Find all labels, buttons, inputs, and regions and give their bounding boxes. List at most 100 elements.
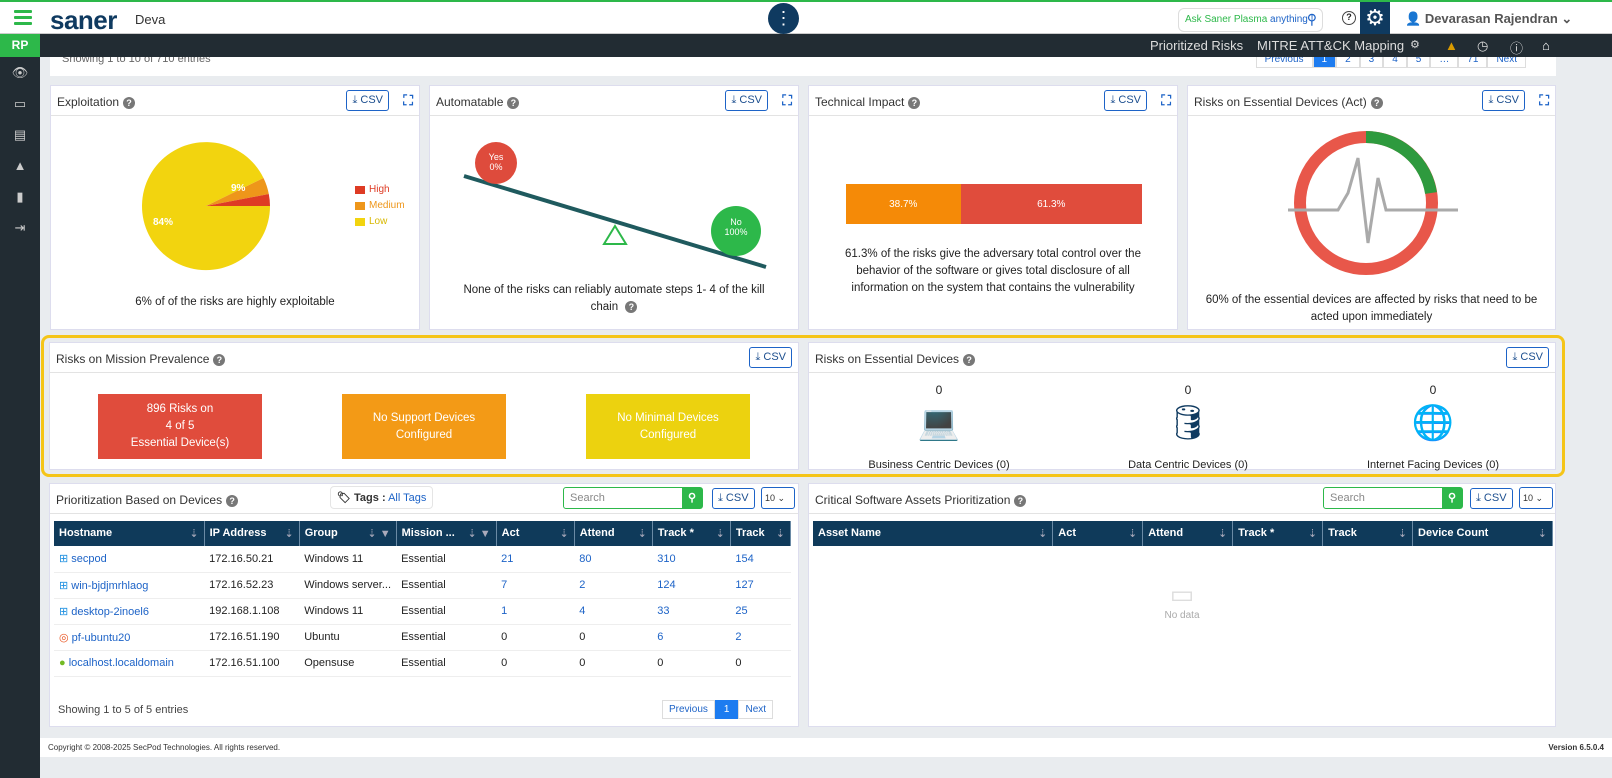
page-size-select[interactable]: 10 ⌄ (761, 487, 795, 509)
sort-icon[interactable]: ⇣ (716, 527, 725, 540)
table-cell[interactable]: 6 (652, 624, 731, 651)
table-cell[interactable]: ◎ pf-ubuntu20 (54, 624, 205, 651)
sort-icon[interactable]: ⇣ (189, 527, 198, 540)
csv-button[interactable]: ⤓ CSV (749, 347, 792, 368)
help-icon[interactable]: ? (625, 301, 638, 313)
cell-value[interactable]: 80 (579, 553, 591, 565)
table-cell[interactable]: 4 (574, 598, 653, 625)
cell-value[interactable]: 310 (657, 553, 675, 565)
table-cell[interactable]: 80 (574, 546, 653, 573)
table-cell[interactable]: 25 (730, 598, 791, 625)
column-header[interactable]: Act ⇣ (1052, 521, 1144, 546)
column-header[interactable]: Mission ... ⇣ ▼ (396, 521, 497, 546)
help-icon[interactable]: ? (507, 97, 520, 109)
alert-icon[interactable]: ▲ (0, 150, 40, 181)
cogs-icon[interactable]: ⚙ (1410, 38, 1420, 51)
business-centric-devices[interactable]: 0 💻 Business Centric Devices (0) (839, 383, 1039, 471)
cell-value[interactable]: 2 (579, 579, 585, 591)
table-cell[interactable]: 21 (496, 546, 575, 573)
cell-value[interactable]: pf-ubuntu20 (72, 632, 131, 644)
page-prev[interactable]: Previous (1255, 57, 1313, 68)
table-cell[interactable]: ⊞ desktop-2inoel6 (54, 598, 205, 625)
essential-risks-box[interactable]: 896 Risks on 4 of 5 Essential Device(s) (98, 394, 262, 459)
help-icon[interactable]: ? (1370, 97, 1383, 109)
csv-button[interactable]: ⤓ CSV (1506, 347, 1549, 368)
column-header[interactable]: Track * ⇣ (1232, 521, 1324, 546)
search-icon[interactable]: ⚲ (1307, 11, 1317, 28)
help-icon[interactable]: ? (1342, 11, 1356, 25)
nav-mitre-mapping[interactable]: MITRE ATT&CK Mapping (1257, 38, 1404, 53)
column-header[interactable]: Attend ⇣ (1142, 521, 1234, 546)
table-cell[interactable]: 2 (730, 624, 791, 651)
page-1[interactable]: 1 (714, 700, 739, 719)
cell-value[interactable]: 154 (735, 553, 753, 565)
sort-icon[interactable]: ⇣ (1218, 527, 1227, 540)
warning-icon[interactable]: ▲ (1445, 38, 1458, 53)
cell-value[interactable]: 124 (657, 579, 675, 591)
table-cell[interactable]: ⊞ win-bjdjmrhlaog (54, 572, 205, 599)
table-cell[interactable]: 33 (652, 598, 731, 625)
menu-icon[interactable] (14, 10, 32, 28)
csv-button[interactable]: ⤓ CSV (1482, 90, 1525, 111)
apps-grid-icon[interactable]: ⋮⋮⋮ (757, 3, 811, 34)
settings-gear-icon[interactable]: ⚙ (1360, 2, 1390, 36)
data-centric-devices[interactable]: 0 🛢 Data Centric Devices (0) (1088, 383, 1288, 471)
search-input[interactable]: Search ⚲ (563, 487, 703, 509)
column-header[interactable]: Act ⇣ (496, 521, 575, 546)
sort-icon[interactable]: ⇣ (1308, 527, 1317, 540)
page-71[interactable]: 71 (1458, 57, 1488, 68)
logout-icon[interactable]: ⇥ (0, 212, 40, 243)
info-icon[interactable]: ⓘ (1510, 38, 1523, 57)
sort-icon[interactable]: ⇣ (1128, 527, 1137, 540)
clock-icon[interactable]: ◷ (1477, 38, 1488, 54)
report-icon[interactable]: ▤ (0, 119, 40, 150)
table-cell[interactable]: 124 (652, 572, 731, 599)
table-cell[interactable]: 127 (730, 572, 791, 599)
help-icon[interactable]: ? (123, 97, 136, 109)
help-icon[interactable]: ? (213, 354, 226, 366)
csv-button[interactable]: ⤓ CSV (1104, 90, 1147, 111)
fullscreen-icon[interactable]: ⛶ (1161, 92, 1171, 109)
page-4[interactable]: 4 (1383, 57, 1407, 68)
search-input[interactable]: Search ⚲ (1323, 487, 1463, 509)
page-1[interactable]: 1 (1312, 57, 1337, 68)
column-header[interactable]: Attend ⇣ (574, 521, 653, 546)
cell-value[interactable]: 33 (657, 605, 669, 617)
cell-value[interactable]: 127 (735, 579, 753, 591)
column-header[interactable]: Device Count ⇣ (1412, 521, 1553, 546)
home-icon[interactable]: ⌂ (1542, 38, 1550, 53)
csv-button[interactable]: ⤓ CSV (346, 90, 389, 111)
search-icon[interactable]: ⚲ (682, 488, 702, 508)
sort-icon[interactable]: ⇣ ▼ (367, 527, 390, 540)
page-next[interactable]: Next (1487, 57, 1526, 68)
book-icon[interactable]: ▮ (0, 181, 40, 212)
cell-value[interactable]: 7 (501, 579, 507, 591)
fullscreen-icon[interactable]: ⛶ (403, 92, 413, 109)
sort-icon[interactable]: ⇣ (284, 527, 293, 540)
cell-value[interactable]: secpod (71, 553, 106, 565)
search-icon[interactable]: ⚲ (1442, 488, 1462, 508)
help-icon[interactable]: ? (963, 354, 976, 366)
table-cell[interactable]: 154 (730, 546, 791, 573)
column-header[interactable]: IP Address ⇣ (204, 521, 300, 546)
cell-value[interactable]: 6 (657, 631, 663, 643)
help-icon[interactable]: ? (1014, 495, 1027, 507)
cell-value[interactable]: 4 (579, 605, 585, 617)
page-size-select[interactable]: 10 ⌄ (1519, 487, 1553, 509)
monitor-icon[interactable]: ▭ (0, 88, 40, 119)
table-cell[interactable]: 1 (496, 598, 575, 625)
sort-icon[interactable]: ⇣ (1038, 527, 1047, 540)
cell-value[interactable]: win-bjdjmrhlaog (71, 580, 148, 592)
sort-icon[interactable]: ⇣ (776, 527, 785, 540)
cell-value[interactable]: localhost.localdomain (69, 657, 174, 669)
internet-facing-devices[interactable]: 0 🌐 Internet Facing Devices (0) (1333, 383, 1533, 471)
cell-value[interactable]: 21 (501, 553, 513, 565)
eye-icon[interactable]: 👁 (0, 57, 40, 88)
tags-filter[interactable]: 🏷 Tags : All Tags (330, 486, 434, 509)
column-header[interactable]: Track ⇣ (1322, 521, 1414, 546)
table-cell[interactable]: ⊞ secpod (54, 546, 205, 573)
cell-value[interactable]: 25 (735, 605, 747, 617)
user-menu[interactable]: 👤 Devarasan Rajendran ⌄ (1405, 11, 1572, 27)
table-cell[interactable]: 7 (496, 572, 575, 599)
sort-icon[interactable]: ⇣ (638, 527, 647, 540)
